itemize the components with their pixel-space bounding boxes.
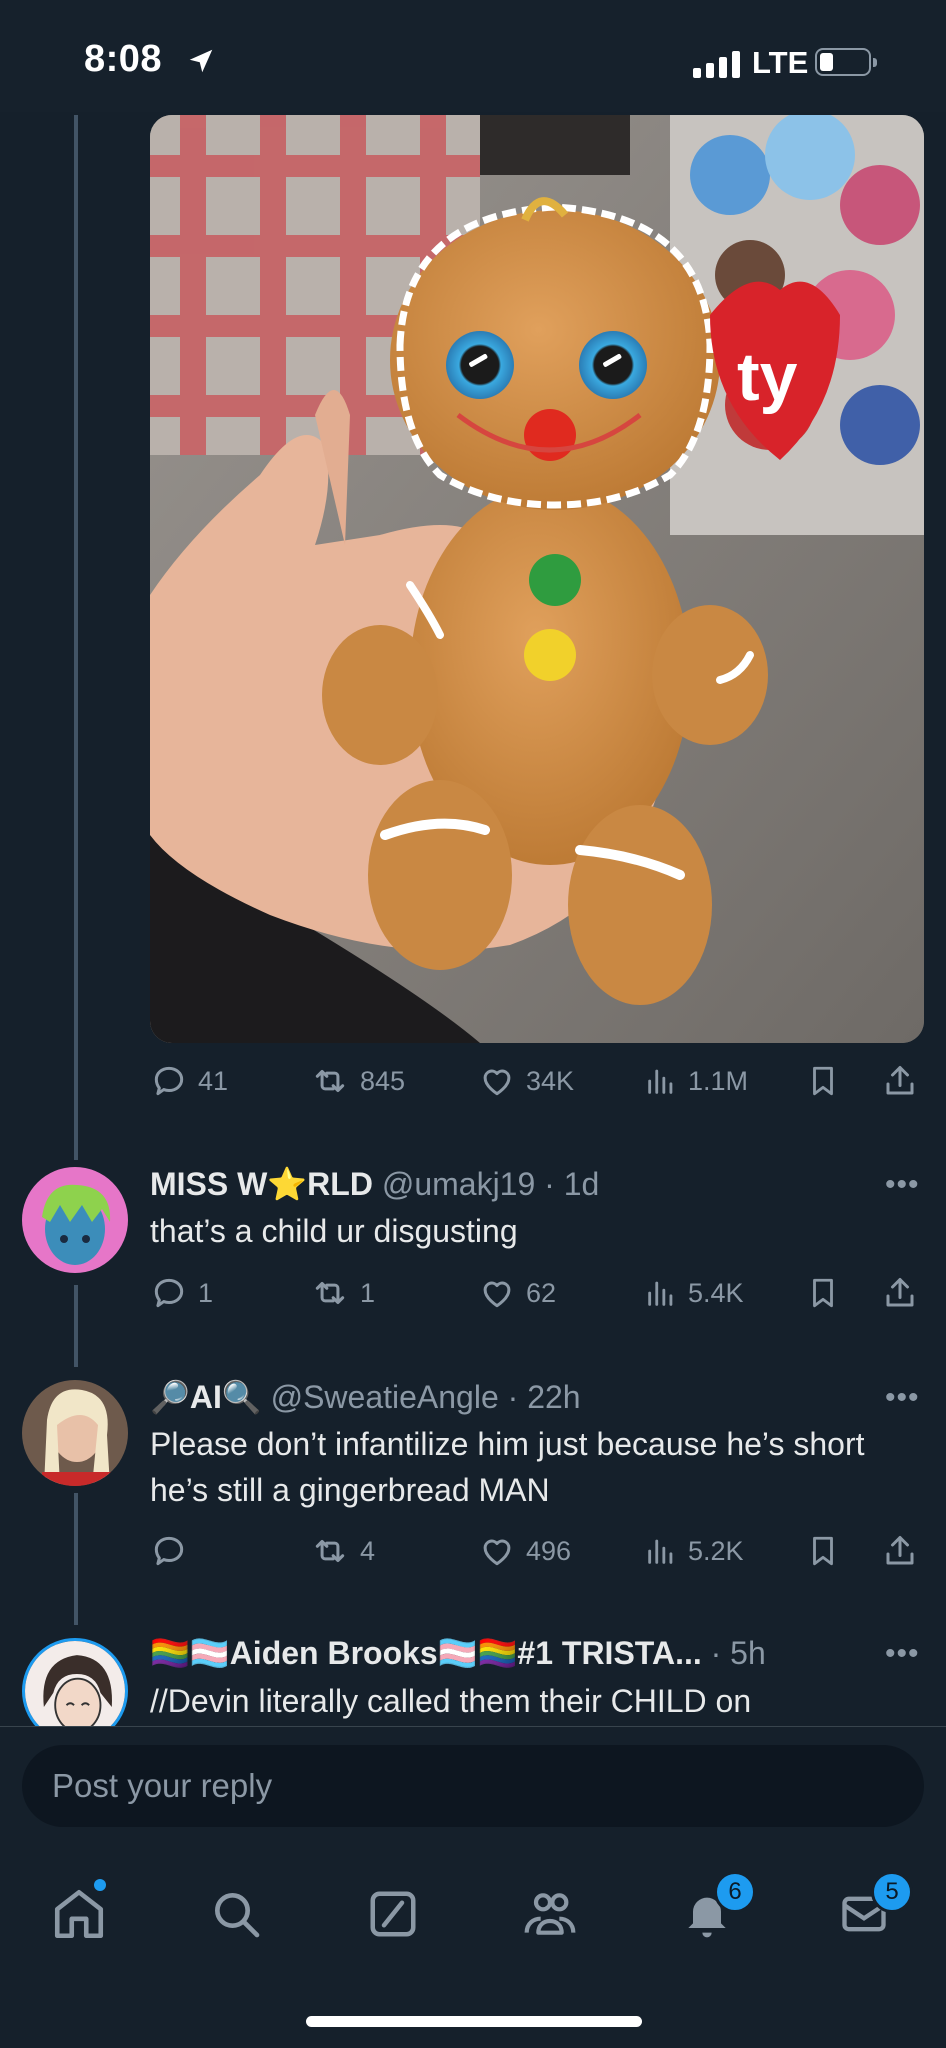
- repost-button[interactable]: 845: [310, 1062, 405, 1100]
- communities-icon: [524, 1893, 576, 1935]
- share-button[interactable]: [882, 1532, 918, 1570]
- thread-line: [74, 1285, 78, 1367]
- reply-count: 41: [198, 1065, 229, 1096]
- views-icon: [648, 1539, 673, 1564]
- notifications-badge: 6: [714, 1871, 756, 1913]
- avatar-image: [22, 1380, 128, 1486]
- share-icon: [886, 1278, 914, 1307]
- avatar-image: [22, 1167, 128, 1273]
- battery-icon: [815, 48, 877, 76]
- reply-button[interactable]: [150, 1532, 198, 1570]
- like-button[interactable]: 62: [478, 1274, 556, 1312]
- views-count: 1.1M: [688, 1065, 749, 1096]
- home-icon: [54, 1889, 104, 1939]
- svg-text:ty: ty: [737, 339, 798, 415]
- views-count: 5.2K: [688, 1535, 744, 1566]
- views-button[interactable]: 1.1M: [644, 1062, 748, 1100]
- bookmark-icon: [813, 1278, 833, 1308]
- repost-button[interactable]: 1: [310, 1274, 375, 1312]
- tab-search[interactable]: [199, 1877, 273, 1951]
- bookmark-button[interactable]: [806, 1532, 840, 1570]
- views-button[interactable]: 5.4K: [644, 1274, 744, 1312]
- bookmark-button[interactable]: [806, 1062, 840, 1100]
- reply-actions: 4 496 5.2K: [150, 1532, 914, 1582]
- share-icon: [886, 1536, 914, 1565]
- grok-icon: [370, 1891, 416, 1937]
- reply-button[interactable]: 1: [150, 1274, 213, 1312]
- author-name[interactable]: 🔎AI🔍: [150, 1379, 262, 1415]
- location-arrow-icon: [189, 49, 213, 73]
- reply-header: 🏳️‍🌈🏳️‍⚧️Aiden Brooks🏳️‍⚧️🏳️‍🌈#1 TRISTA.…: [150, 1634, 766, 1672]
- more-options-button[interactable]: •••: [885, 1637, 920, 1671]
- tab-grok[interactable]: [356, 1877, 430, 1951]
- search-icon: [215, 1893, 260, 1938]
- home-indicator: [306, 2016, 642, 2027]
- status-bar: 8:08 LTE: [0, 0, 946, 112]
- like-count: 62: [526, 1277, 557, 1308]
- like-count: 34K: [526, 1065, 575, 1096]
- views-button[interactable]: 5.2K: [644, 1532, 744, 1570]
- share-button[interactable]: [882, 1274, 918, 1312]
- repost-count: 4: [360, 1535, 376, 1566]
- author-handle-time[interactable]: @SweatieAngle · 22h: [271, 1379, 581, 1415]
- avatar[interactable]: [22, 1380, 128, 1486]
- unread-dot: [94, 1879, 106, 1891]
- tab-home[interactable]: [42, 1877, 116, 1951]
- bookmark-icon: [813, 1066, 833, 1096]
- bookmark-icon: [813, 1536, 833, 1566]
- more-options-button[interactable]: •••: [885, 1381, 920, 1415]
- repost-icon: [315, 1069, 345, 1093]
- tab-communities[interactable]: [513, 1877, 587, 1951]
- reply-text: //Devin literally called them their CHIL…: [150, 1683, 752, 1719]
- repost-count: 845: [360, 1065, 406, 1096]
- reply-actions: 1 1 62 5.4K: [150, 1274, 914, 1324]
- reply-button[interactable]: 41: [150, 1062, 228, 1100]
- repost-icon: [315, 1281, 345, 1305]
- like-count: 496: [526, 1535, 572, 1566]
- repost-button[interactable]: 4: [310, 1532, 375, 1570]
- thread-line: [74, 1493, 78, 1625]
- reply-icon: [154, 1278, 184, 1308]
- avatar[interactable]: [22, 1167, 128, 1273]
- reply-text: that’s a child ur disgusting: [150, 1213, 518, 1249]
- repost-icon: [315, 1539, 345, 1563]
- tab-notifications[interactable]: 6: [670, 1871, 756, 1951]
- signal-icon: [693, 50, 740, 78]
- author-handle-time[interactable]: · 5h: [711, 1635, 766, 1671]
- tweet-actions: 41 845 34K 1.1M: [150, 1062, 914, 1112]
- reply-header: MISS W⭐RLD @umakj19 · 1d: [150, 1165, 599, 1203]
- gingerbread-plush-photo: ty: [150, 115, 924, 1043]
- author-name[interactable]: 🏳️‍🌈🏳️‍⚧️Aiden Brooks🏳️‍⚧️🏳️‍🌈#1 TRISTA.…: [150, 1635, 702, 1671]
- more-options-button[interactable]: •••: [885, 1168, 920, 1202]
- tab-messages[interactable]: 5: [827, 1871, 913, 1951]
- reply-text: Please don’t infantilize him just becaus…: [150, 1426, 865, 1508]
- messages-badge: 5: [871, 1871, 913, 1913]
- share-button[interactable]: [882, 1062, 918, 1100]
- bookmark-button[interactable]: [806, 1274, 840, 1312]
- thread-line: [74, 115, 78, 1160]
- views-icon: [648, 1069, 673, 1094]
- tweet-image[interactable]: ty: [150, 115, 924, 1043]
- views-icon: [648, 1281, 673, 1306]
- reply-icon: [154, 1066, 184, 1096]
- heart-icon: [483, 1539, 511, 1566]
- network-label: LTE: [752, 45, 809, 80]
- reply-icon: [154, 1536, 184, 1566]
- reply-count: 1: [198, 1277, 214, 1308]
- share-icon: [886, 1066, 914, 1095]
- like-button[interactable]: 496: [478, 1532, 571, 1570]
- views-count: 5.4K: [688, 1277, 744, 1308]
- author-handle-time[interactable]: @umakj19 · 1d: [382, 1166, 599, 1202]
- heart-icon: [483, 1069, 511, 1096]
- heart-icon: [483, 1281, 511, 1308]
- reply-input[interactable]: [22, 1745, 924, 1827]
- status-time: 8:08: [84, 38, 163, 80]
- author-name[interactable]: MISS W⭐RLD: [150, 1166, 373, 1202]
- like-button[interactable]: 34K: [478, 1062, 574, 1100]
- reply-header: 🔎AI🔍 @SweatieAngle · 22h: [150, 1378, 581, 1416]
- repost-count: 1: [360, 1277, 376, 1308]
